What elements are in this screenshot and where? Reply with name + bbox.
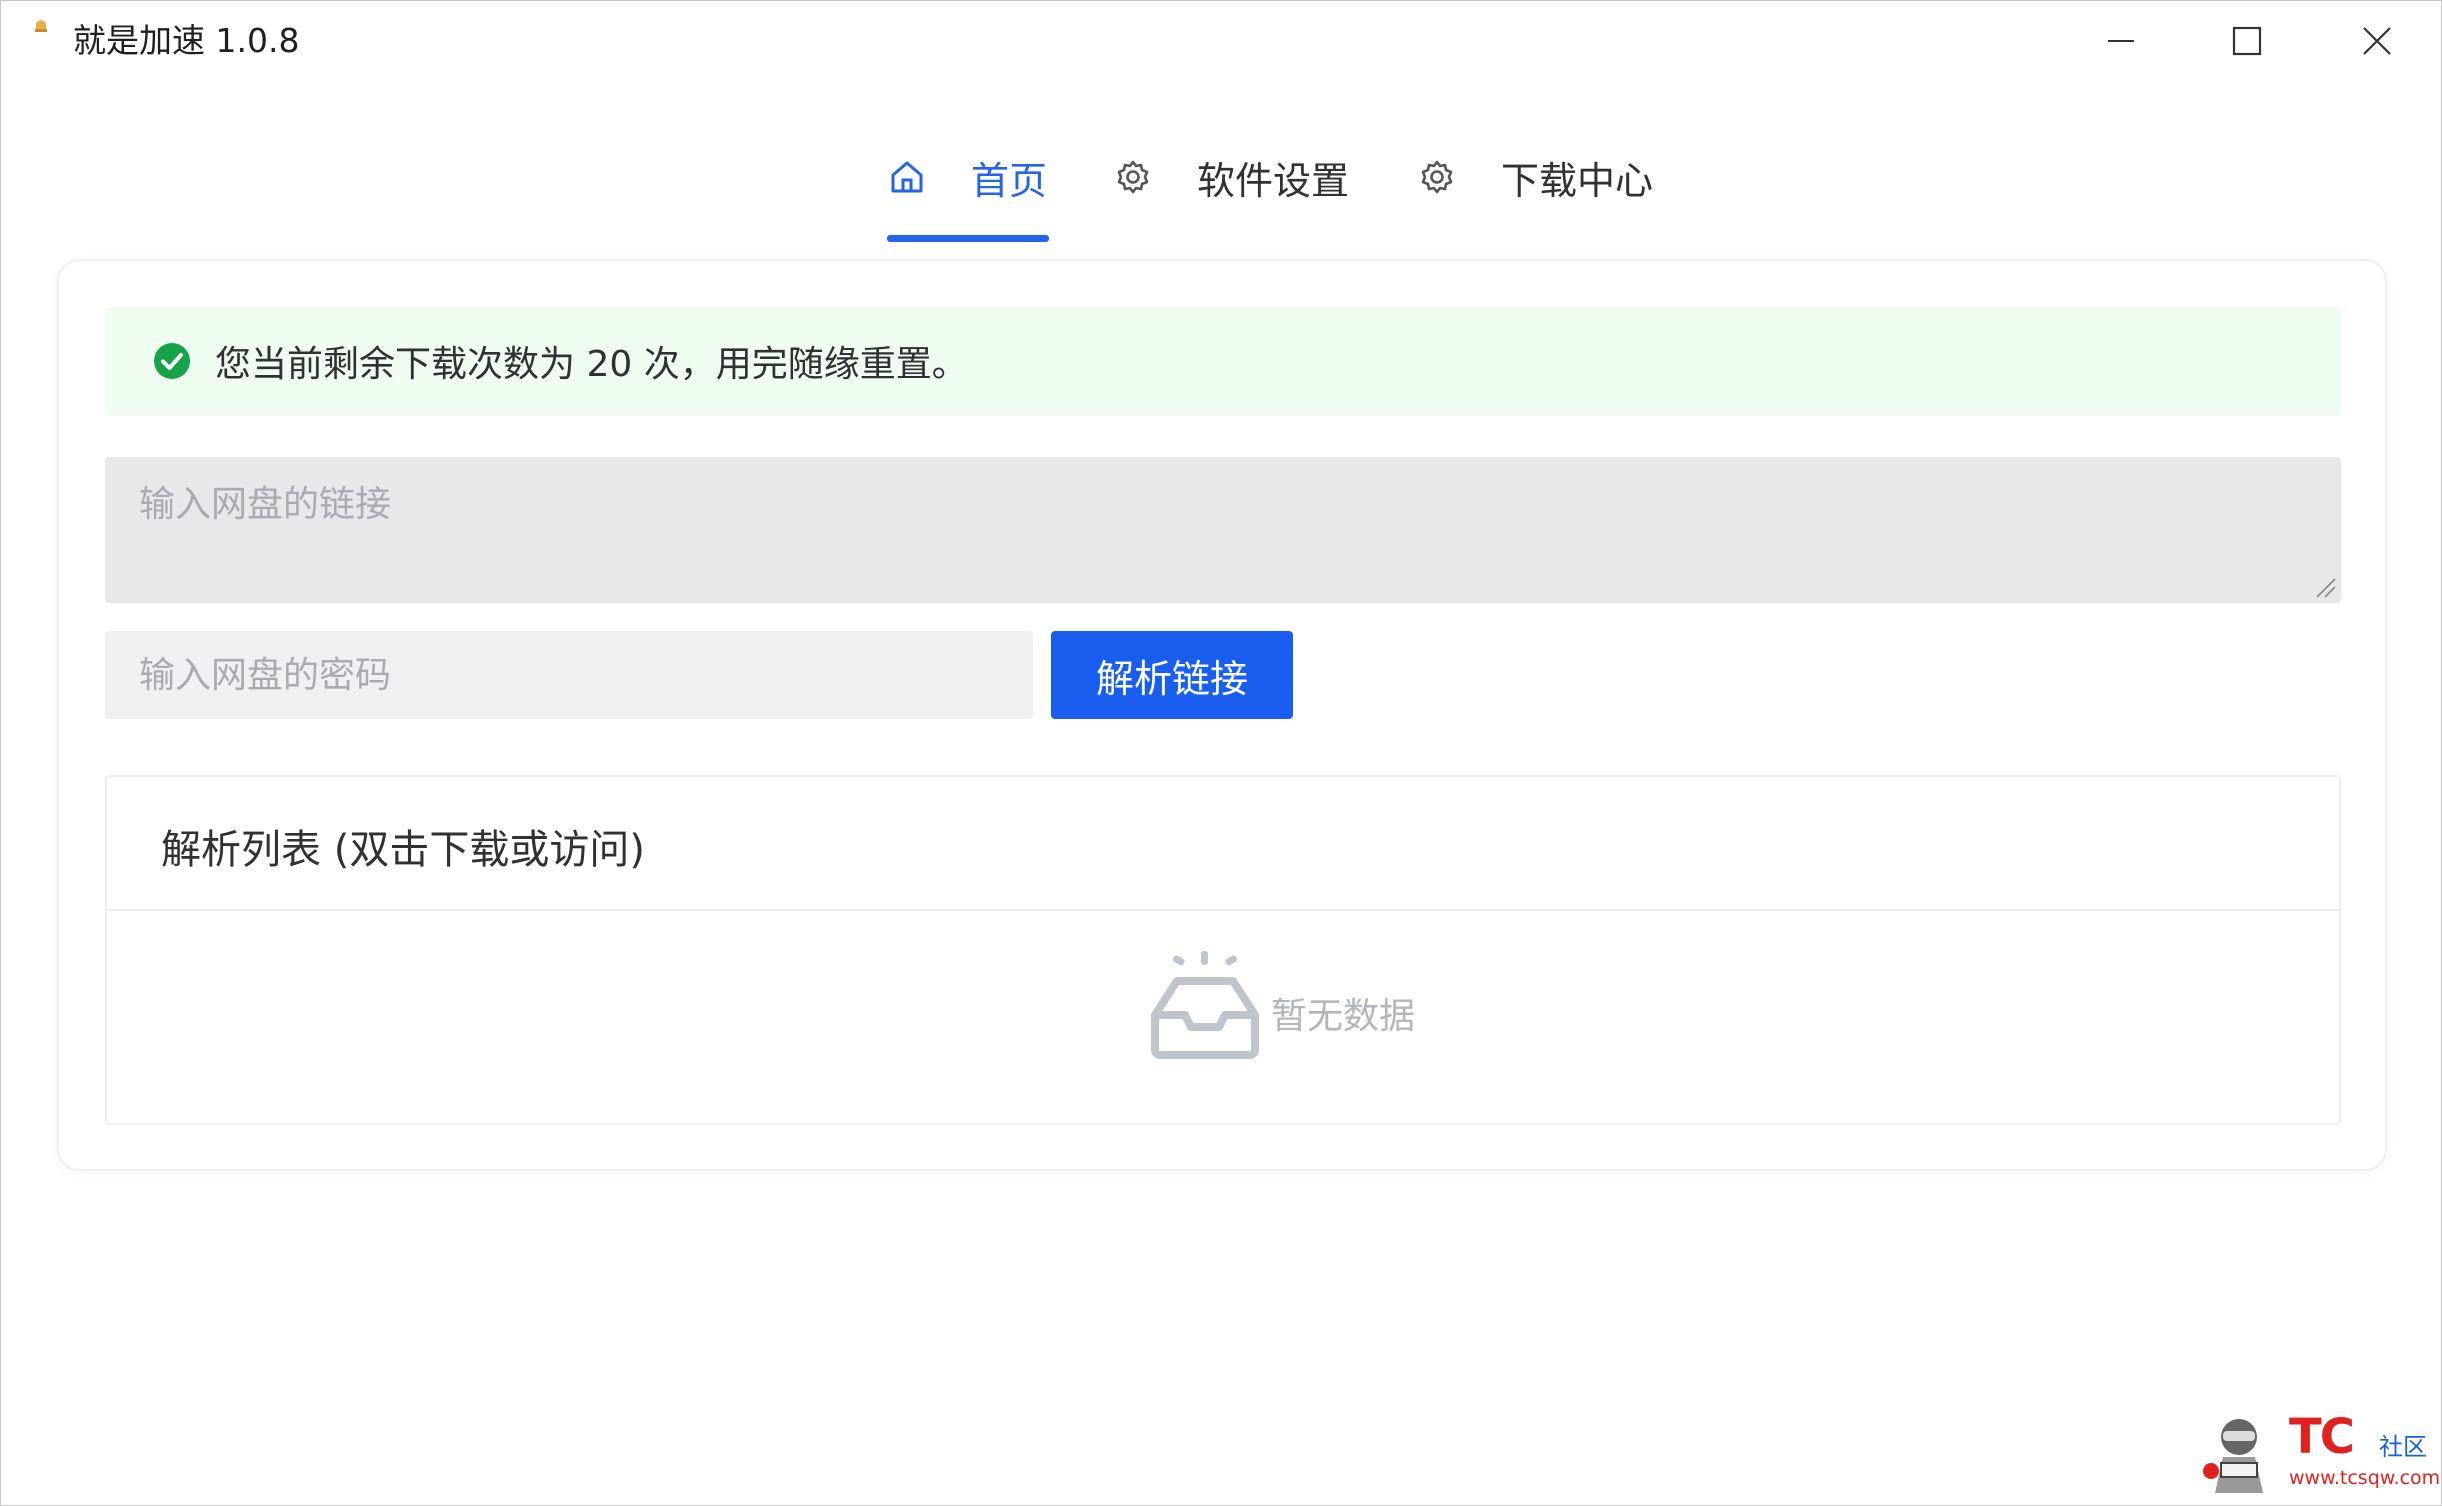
minimize-icon <box>2108 40 2134 42</box>
watermark: TC 社区 www.tcsqw.com <box>2193 1407 2440 1497</box>
share-link-input[interactable] <box>105 457 2341 603</box>
gear-icon <box>1417 157 1457 197</box>
home-icon <box>887 157 927 197</box>
maximize-button[interactable] <box>2215 11 2279 71</box>
parse-link-button[interactable]: 解析链接 <box>1051 631 1293 719</box>
watermark-brand: TC <box>2289 1409 2355 1465</box>
main-card: 您当前剩余下载次数为 20 次，用完随缘重置。 解析链接 解析列表 (双击下载或… <box>57 259 2387 1171</box>
close-button[interactable] <box>2345 11 2409 71</box>
check-circle-icon <box>154 343 190 379</box>
maximize-icon <box>2232 26 2262 56</box>
list-title: 解析列表 (双击下载或访问) <box>161 827 645 873</box>
resize-grip-icon[interactable] <box>2315 577 2337 599</box>
app-title: 就是加速 1.0.8 <box>73 21 300 60</box>
empty-text: 暂无数据 <box>1271 996 1416 1037</box>
parse-result-list: 解析列表 (双击下载或访问) 暂无数据 <box>105 775 2341 1125</box>
close-icon <box>2363 27 2391 55</box>
title-bar[interactable]: 就是加速 1.0.8 <box>1 1 2441 81</box>
watermark-suffix: 社区 <box>2379 1433 2427 1461</box>
app-icon <box>35 20 47 32</box>
tab-settings-label: 软件设置 <box>1197 158 1350 203</box>
empty-state: 暂无数据 <box>107 911 2339 1123</box>
app-window: 就是加速 1.0.8 首页 软件设置 下载中心 您当前剩余下载次数为 20 次，… <box>0 0 2442 1506</box>
list-header: 解析列表 (双击下载或访问) <box>107 777 2339 911</box>
empty-inbox-icon <box>1151 951 1259 1059</box>
share-password-input[interactable] <box>105 631 1033 719</box>
minimize-button[interactable] <box>2089 11 2153 71</box>
active-tab-indicator <box>887 235 1049 242</box>
tab-home-label: 首页 <box>971 158 1048 203</box>
tab-bar: 首页 软件设置 下载中心 <box>1 121 2441 243</box>
tab-download-center[interactable]: 下载中心 <box>1417 131 1653 223</box>
gear-icon <box>1113 157 1153 197</box>
tab-download-center-label: 下载中心 <box>1501 158 1654 203</box>
mascot-icon <box>2203 1419 2263 1493</box>
tab-settings[interactable]: 软件设置 <box>1113 131 1349 223</box>
alert-text: 您当前剩余下载次数为 20 次，用完随缘重置。 <box>215 344 968 385</box>
tab-home[interactable]: 首页 <box>887 131 1047 223</box>
watermark-url: www.tcsqw.com <box>2289 1467 2441 1489</box>
download-quota-alert: 您当前剩余下载次数为 20 次，用完随缘重置。 <box>105 307 2341 415</box>
